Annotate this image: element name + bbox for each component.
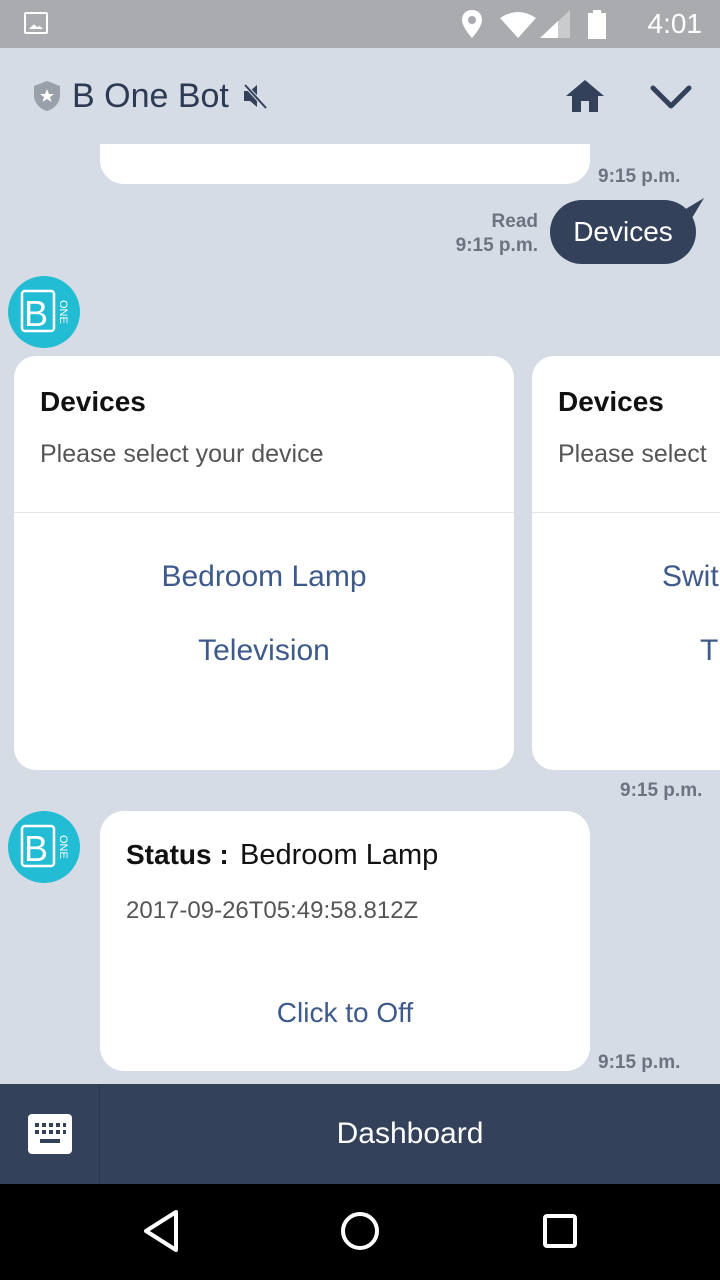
home-circle-icon [341,1212,379,1250]
switch-button[interactable]: Swit [662,560,720,594]
keyboard-icon [28,1114,72,1154]
mute-icon[interactable] [242,82,268,110]
bot-avatar: B ONE [8,276,80,348]
card-title: Devices [558,386,664,417]
card-divider [532,512,720,513]
svg-text:B: B [24,828,48,869]
chat-area[interactable]: 9:15 p.m. Read 9:15 p.m. Devices B ONE D… [0,144,720,1084]
dashboard-menu-button[interactable]: Dashboard [100,1084,720,1184]
location-icon [462,10,482,38]
user-message-meta: Read 9:15 p.m. [456,210,538,258]
read-status: Read [491,211,538,232]
status-card: Status : Bedroom Lamp 2017-09-26T05:49:5… [100,811,590,1071]
click-to-off-button[interactable]: Click to Off [100,997,590,1029]
chevron-down-icon[interactable] [650,82,692,112]
bottom-menu-bar: Dashboard [0,1084,720,1184]
user-message-bubble: Devices [550,200,696,264]
card-title: Devices [40,386,146,417]
keyboard-toggle-button[interactable] [0,1084,100,1184]
wifi-icon [500,12,536,38]
status-timestamp: 2017-09-26T05:49:58.812Z [126,897,419,924]
status-icons [462,10,606,39]
system-nav-bar [0,1184,720,1280]
message-time: 9:15 p.m. [598,166,681,187]
status-device-name: Bedroom Lamp [240,839,439,871]
svg-text:ONE: ONE [57,835,69,859]
svg-text:ONE: ONE [57,300,69,324]
card-subtitle: Please select [558,440,707,468]
user-message-text: Devices [573,216,673,247]
recents-icon [543,1214,577,1248]
device-button[interactable]: T [700,634,720,668]
page-title: B One Bot [72,77,229,115]
bot-avatar: B ONE [8,811,80,883]
device-card: Devices Please select your device Bedroo… [14,356,514,770]
status-label: Status : [126,839,229,870]
message-time: 9:15 p.m. [455,235,538,256]
previous-message-bubble [100,144,590,184]
clock: 4:01 [647,8,703,39]
image-notification-icon [24,12,48,34]
television-button[interactable]: Television [14,634,514,668]
home-icon[interactable] [564,78,606,114]
card-divider [14,512,514,513]
device-card: Devices Please select Swit T [532,356,720,770]
svg-text:B: B [24,293,48,334]
status-bar: 4:01 [0,0,720,48]
card-subtitle: Please select your device [40,440,324,468]
bedroom-lamp-button[interactable]: Bedroom Lamp [14,560,514,594]
shield-icon [34,81,60,111]
app-header: B One Bot [0,48,720,144]
message-time: 9:15 p.m. [620,780,703,801]
back-icon [144,1210,178,1252]
battery-icon [588,13,606,39]
message-time: 9:15 p.m. [598,1052,681,1073]
